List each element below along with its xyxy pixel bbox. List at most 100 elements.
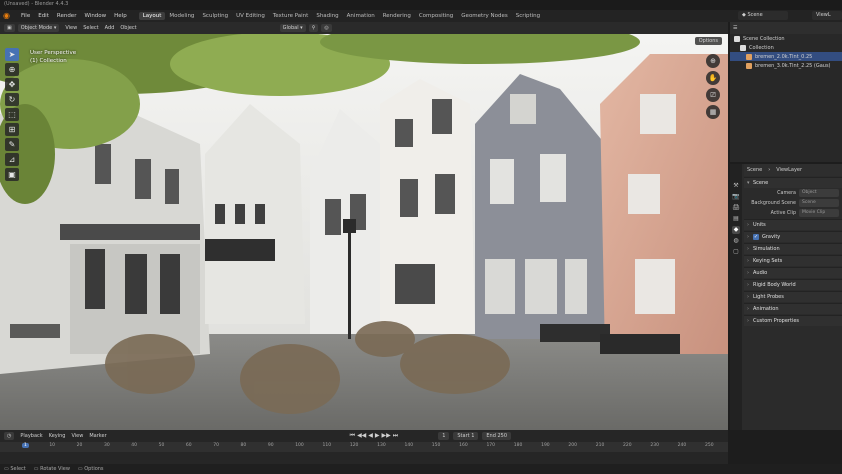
pan-hand-icon[interactable]: ✋ (706, 71, 720, 85)
menu-file[interactable]: File (17, 13, 34, 19)
snap-toggle[interactable]: ⚲ (308, 24, 319, 32)
menu-keying[interactable]: Keying (46, 433, 69, 439)
menu-object[interactable]: Object (117, 25, 139, 31)
navigation-gizmo: ⊕ ✋ ⎚ ▦ (706, 54, 722, 119)
jump-end-icon[interactable]: ⏭ (393, 432, 398, 440)
tab-rendering[interactable]: Rendering (379, 12, 415, 20)
options-button[interactable]: Options (694, 37, 722, 45)
panel-units[interactable]: › Units (744, 219, 842, 230)
outliner-row[interactable]: Scene Collection (730, 34, 842, 43)
timeline-editor-type-icon[interactable]: ◷ (4, 432, 15, 440)
view-collection-label: (1) Collection (30, 58, 67, 64)
rotate-tool-icon[interactable]: ↻ (5, 93, 19, 106)
outliner-row[interactable]: Collection (730, 43, 842, 52)
render-tab-icon[interactable]: 📷 (732, 193, 740, 201)
scene-selector[interactable]: ◆ Scene (738, 11, 788, 20)
outliner-row[interactable]: bremen_2.0k.Tint_0.25 (730, 52, 842, 61)
tab-compositing[interactable]: Compositing (415, 12, 457, 20)
tab-modeling[interactable]: Modeling (165, 12, 198, 20)
menu-select[interactable]: Select (80, 25, 101, 31)
outliner-row-label: Collection (749, 44, 774, 51)
end-frame-field[interactable]: End 250 (482, 432, 512, 440)
viewport-header: ▣ Object Mode ▾ View Select Add Object G… (0, 22, 728, 34)
mode-selector[interactable]: Object Mode ▾ (17, 24, 60, 32)
select-tool-icon[interactable]: ➤ (5, 48, 19, 61)
scale-tool-icon[interactable]: ⬚ (5, 108, 19, 121)
panel-gravity[interactable]: › ✓ Gravity (744, 231, 842, 242)
proportional-edit[interactable]: ◎ (321, 24, 332, 32)
panel-custom-properties[interactable]: › Custom Properties (744, 315, 842, 326)
menu-marker[interactable]: Marker (86, 433, 109, 439)
move-tool-icon[interactable]: ✥ (5, 78, 19, 91)
transform-orientation[interactable]: Global ▾ (279, 24, 306, 32)
annotate-tool-icon[interactable]: ✎ (5, 138, 19, 151)
tab-layout[interactable]: Layout (138, 12, 166, 20)
output-tab-icon[interactable]: 🖨 (732, 204, 740, 212)
frame-tick: 150 (431, 443, 441, 448)
panel-keying-sets[interactable]: › Keying Sets (744, 255, 842, 266)
outliner-row[interactable]: bremen_3.0k.Tint_2.25 (Gaus) (730, 61, 842, 70)
menu-timeline-view[interactable]: View (68, 433, 86, 439)
cursor-tool-icon[interactable]: ⊕ (5, 63, 19, 76)
tab-sculpting[interactable]: Sculpting (198, 12, 232, 20)
property-value-input[interactable]: Scene (799, 199, 839, 207)
next-key-icon[interactable]: ▶▶ (382, 432, 391, 440)
menu-help[interactable]: Help (110, 13, 131, 19)
view-perspective-label: User Perspective (30, 50, 77, 56)
panel-label: Animation (753, 306, 779, 312)
panel-scene[interactable]: ▾ Scene (744, 177, 842, 188)
frame-ruler[interactable]: 1 10 20 30 40 50 60 70 80 90 100 110 120 130 140 150 160… (0, 442, 728, 452)
menu-window[interactable]: Window (80, 13, 110, 19)
outliner-row-label: bremen_2.0k.Tint_0.25 (755, 53, 813, 60)
menu-render[interactable]: Render (53, 13, 81, 19)
play-icon[interactable]: ▶ (375, 432, 380, 440)
prev-key-icon[interactable]: ◀◀ (357, 432, 366, 440)
view-layer-tab-icon[interactable]: ▤ (732, 215, 740, 223)
jump-start-icon[interactable]: ⏮ (350, 432, 355, 440)
outliner-type-icon[interactable]: ☰ (733, 25, 737, 31)
world-tab-icon[interactable]: ◍ (732, 237, 740, 245)
current-frame-field[interactable]: 1 (438, 432, 450, 440)
tab-scripting[interactable]: Scripting (512, 12, 544, 20)
transform-tool-icon[interactable]: ⊞ (5, 123, 19, 136)
start-frame-field[interactable]: Start 1 (453, 432, 479, 440)
mouse-left-icon: ▭ (4, 466, 9, 472)
top-bar: (Unsaved) - Blender 4.4.3 ◉ File Edit Re… (0, 0, 842, 22)
tab-uv-editing[interactable]: UV Editing (232, 12, 269, 20)
panel-light-probes[interactable]: › Light Probes (744, 291, 842, 302)
tab-geometry-nodes[interactable]: Geometry Nodes (457, 12, 511, 20)
collection-icon (740, 44, 746, 51)
tab-shading[interactable]: Shading (312, 12, 342, 20)
scene-tab-icon[interactable]: ◆ (732, 226, 740, 234)
editor-type-button[interactable]: ▣ (4, 24, 15, 32)
menu-view[interactable]: View (62, 25, 80, 31)
mouse-middle-icon: ▭ (33, 466, 39, 472)
checkbox-icon[interactable]: ✓ (753, 234, 759, 240)
menu-playback[interactable]: Playback (17, 433, 45, 439)
panel-animation[interactable]: › Animation (744, 303, 842, 314)
panel-audio[interactable]: › Audio (744, 267, 842, 278)
panel-simulation[interactable]: › Simulation (744, 243, 842, 254)
view-layer-selector[interactable]: ViewL (812, 11, 842, 20)
panel-rigid-body-world[interactable]: › Rigid Body World (744, 279, 842, 290)
menu-add[interactable]: Add (102, 25, 118, 31)
tab-animation[interactable]: Animation (343, 12, 379, 20)
play-reverse-icon[interactable]: ◀ (368, 432, 373, 440)
blender-logo-icon[interactable]: ◉ (3, 12, 13, 20)
frame-tick: 70 (213, 443, 219, 448)
measure-tool-icon[interactable]: ⊿ (5, 153, 19, 166)
property-value-input[interactable]: Object (799, 189, 839, 197)
gaussian-splat-scene (0, 34, 728, 430)
tab-texture-paint[interactable]: Texture Paint (269, 12, 313, 20)
perspective-grid-icon[interactable]: ▦ (706, 105, 720, 119)
panel-label: Audio (753, 270, 768, 276)
property-value-input[interactable]: Movie Clip (799, 209, 839, 217)
collection-tab-icon[interactable]: ▢ (732, 248, 740, 256)
menu-edit[interactable]: Edit (34, 13, 53, 19)
add-cube-tool-icon[interactable]: ▣ (5, 168, 19, 181)
tool-tab-icon[interactable]: ⚒ (732, 182, 740, 190)
zoom-icon[interactable]: ⊕ (706, 54, 720, 68)
3d-viewport[interactable]: User Perspective (1) Collection ➤ ⊕ ✥ ↻ … (0, 34, 728, 430)
camera-view-icon[interactable]: ⎚ (706, 88, 720, 102)
frame-tick: 110 (322, 443, 332, 448)
